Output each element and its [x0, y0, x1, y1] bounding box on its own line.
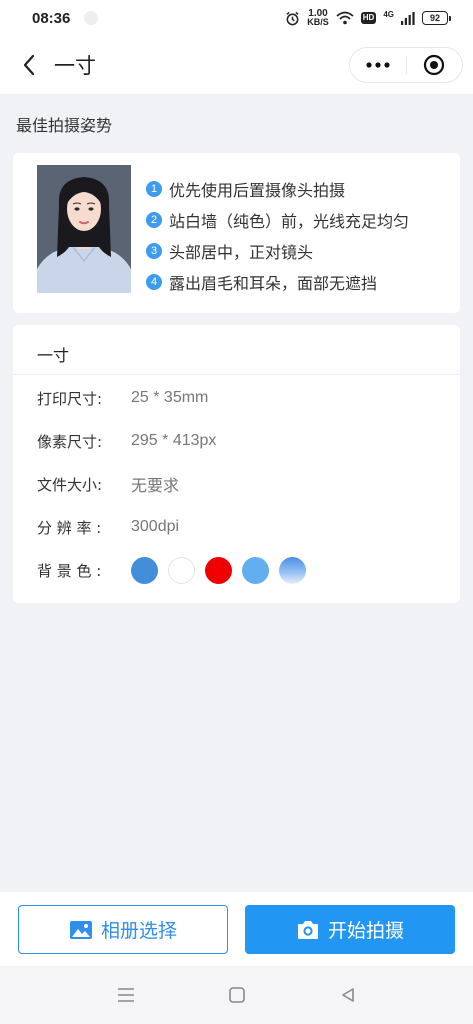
system-menu-button[interactable]	[111, 980, 141, 1010]
camera-icon	[296, 920, 320, 940]
spec-row-background: 背 景 色 :	[37, 555, 306, 585]
back-triangle-icon	[341, 988, 354, 1002]
hd-badge: HD	[360, 12, 377, 24]
spec-value: 300dpi	[131, 518, 180, 535]
spec-label: 分 辨 率 :	[37, 518, 102, 537]
menu-icon	[117, 988, 134, 1002]
tip-number-badge: 3	[146, 242, 162, 259]
notification-icon	[84, 11, 99, 25]
status-bar: 08:36 1.00 KB/S HD 4G 92	[0, 0, 473, 36]
system-home-button[interactable]	[222, 980, 252, 1010]
color-swatch-blue[interactable]	[131, 556, 158, 584]
photo-spec-card: 一寸 打印尺寸: 25 * 35mm 像素尺寸: 295 * 413px 文件大…	[13, 325, 460, 603]
spec-label: 文件大小:	[37, 475, 103, 494]
image-icon	[69, 920, 93, 940]
pose-tips-card: 1 优先使用后置摄像头拍摄 2 站白墙（纯色）前，光线充足均匀 3 头部居中，正…	[13, 153, 460, 313]
network-type: 4G	[383, 9, 394, 19]
tip-text: 头部居中，正对镜头	[169, 242, 314, 262]
more-button[interactable]	[350, 48, 406, 82]
signal-icon	[401, 11, 415, 25]
network-speed: 1.00 KB/S	[307, 8, 329, 27]
tip-item: 1 优先使用后置摄像头拍摄	[146, 173, 409, 204]
color-swatch-red[interactable]	[205, 556, 232, 584]
alarm-icon	[286, 11, 299, 25]
spec-value: 295 * 413px	[131, 432, 217, 449]
spec-label: 像素尺寸:	[37, 432, 103, 451]
divider	[13, 374, 460, 375]
choose-from-album-button[interactable]: 相册选择	[18, 905, 228, 954]
system-navigation-bar	[0, 966, 473, 1024]
status-time: 08:36	[32, 9, 71, 27]
color-swatch-white[interactable]	[168, 556, 195, 584]
tip-item: 3 头部居中，正对镜头	[146, 235, 409, 266]
background-color-options	[131, 556, 306, 584]
spec-value: 无要求	[131, 478, 180, 495]
system-back-button[interactable]	[333, 980, 363, 1010]
page-title: 一寸	[54, 54, 96, 78]
spec-label: 打印尺寸:	[37, 389, 103, 408]
tips-list: 1 优先使用后置摄像头拍摄 2 站白墙（纯色）前，光线充足均匀 3 头部居中，正…	[146, 173, 409, 297]
close-mini-program-button[interactable]	[407, 48, 463, 82]
home-square-icon	[228, 987, 245, 1003]
tip-number-badge: 4	[146, 273, 162, 290]
more-dots-icon	[366, 62, 390, 68]
tip-item: 2 站白墙（纯色）前，光线充足均匀	[146, 204, 409, 235]
album-button-label: 相册选择	[100, 920, 177, 942]
back-button[interactable]	[14, 50, 44, 80]
tip-text: 露出眉毛和耳朵，面部无遮挡	[169, 273, 378, 293]
chevron-left-icon	[23, 54, 35, 76]
start-shooting-button[interactable]: 开始拍摄	[245, 905, 455, 954]
wifi-icon	[336, 11, 354, 25]
spec-row-print-size: 打印尺寸: 25 * 35mm	[37, 383, 208, 413]
shoot-button-label: 开始拍摄	[327, 920, 404, 942]
mini-program-capsule	[349, 47, 463, 83]
spec-row-file-size: 文件大小: 无要求	[37, 469, 179, 499]
tip-number-badge: 2	[146, 211, 162, 228]
battery-icon: 92	[422, 11, 451, 25]
sample-id-photo	[37, 165, 131, 293]
battery-level: 92	[422, 11, 448, 25]
bottom-action-bar: 相册选择 开始拍摄	[0, 892, 473, 966]
tip-text: 优先使用后置摄像头拍摄	[169, 180, 346, 200]
spec-row-pixel-size: 像素尺寸: 295 * 413px	[37, 426, 216, 456]
spec-row-resolution: 分 辨 率 : 300dpi	[37, 512, 179, 542]
color-swatch-gradient-blue[interactable]	[279, 556, 306, 584]
target-close-icon	[424, 54, 445, 76]
tip-text: 站白墙（纯色）前，光线充足均匀	[169, 211, 410, 231]
nav-bar: 一寸	[0, 36, 473, 94]
status-indicators: 1.00 KB/S HD 4G 92	[285, 9, 451, 27]
spec-label: 背 景 色 :	[37, 561, 102, 580]
tip-item: 4 露出眉毛和耳朵，面部无遮挡	[146, 266, 409, 297]
section-title: 最佳拍摄姿势	[16, 116, 113, 135]
tip-number-badge: 1	[146, 180, 162, 197]
spec-value: 25 * 35mm	[131, 389, 209, 406]
color-swatch-light-blue[interactable]	[242, 556, 269, 584]
spec-title: 一寸	[37, 346, 70, 365]
